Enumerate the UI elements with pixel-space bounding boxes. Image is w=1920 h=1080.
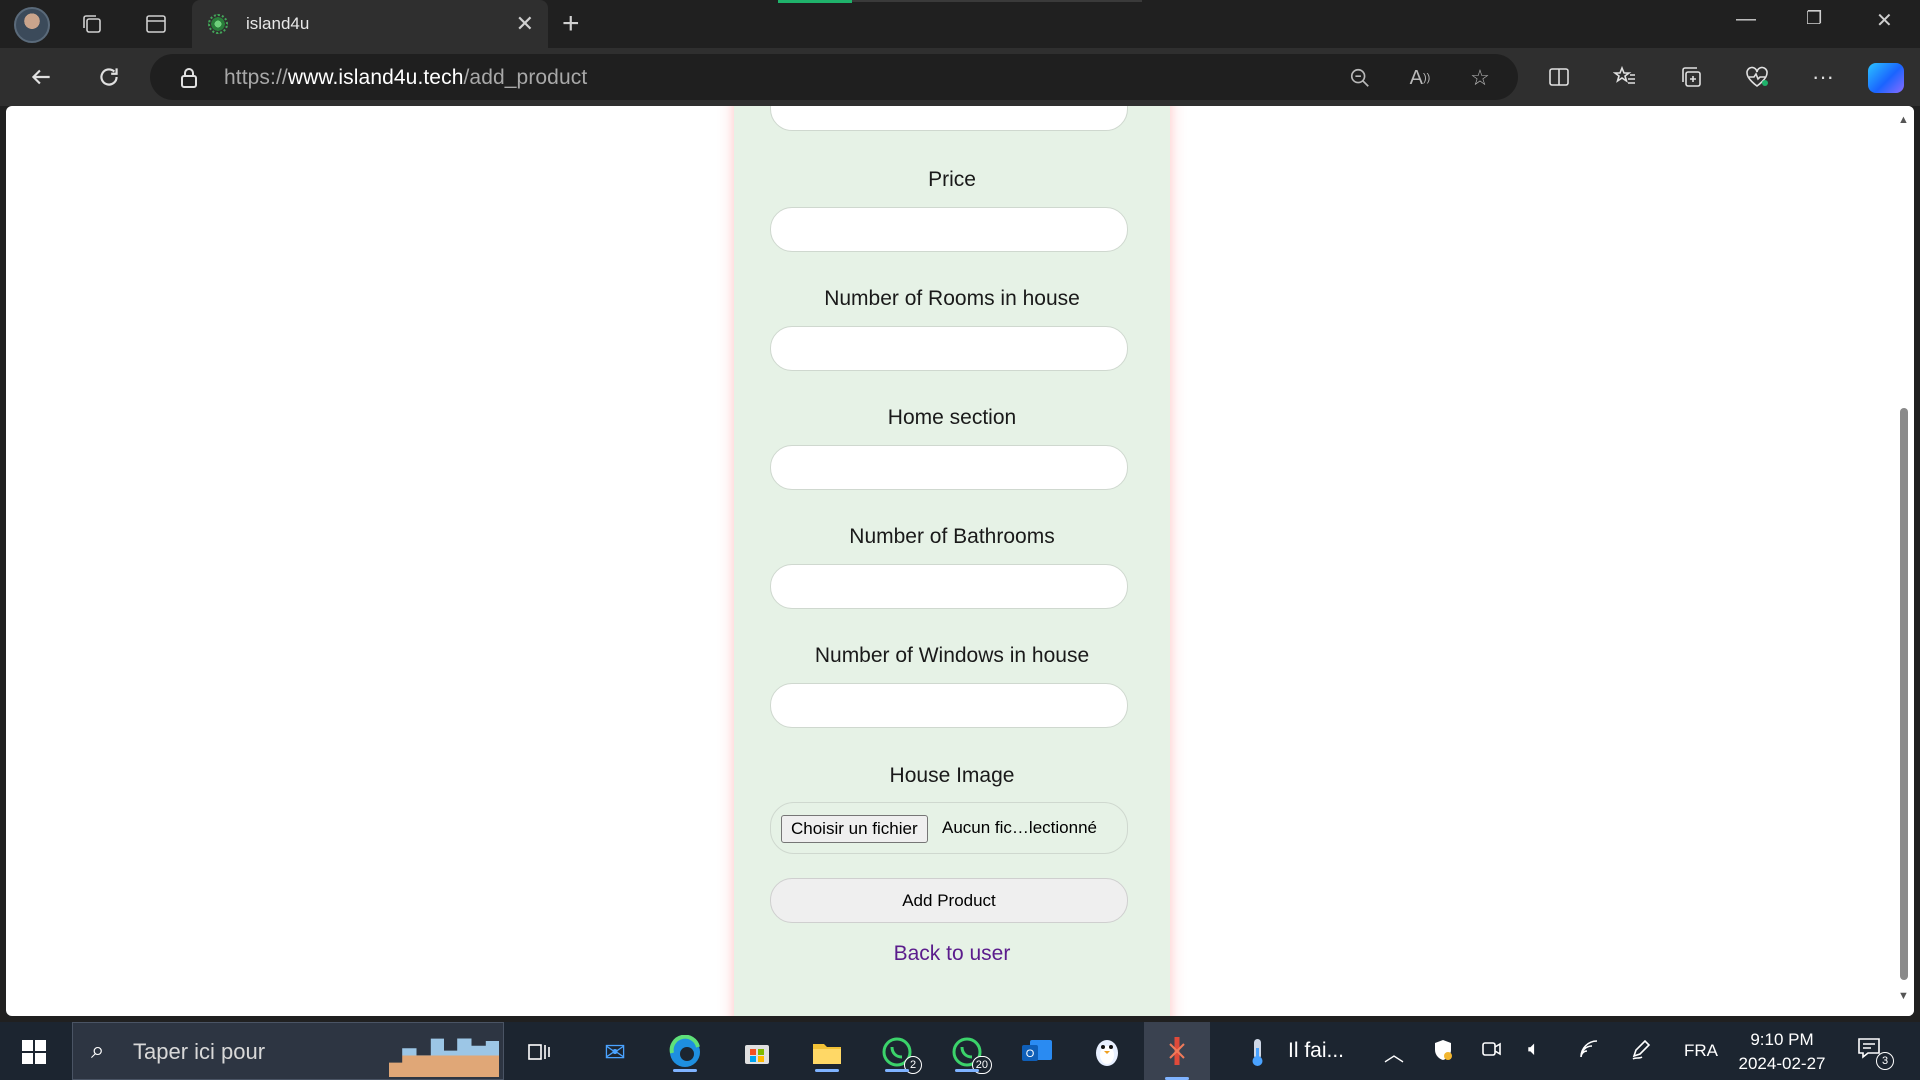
whatsapp-active-indicator: [885, 1069, 909, 1072]
tab-island4u[interactable]: island4u ✕: [192, 0, 548, 48]
price-label: Price: [928, 168, 976, 191]
snipping-tool-icon[interactable]: [1144, 1022, 1210, 1080]
penguin-app-icon[interactable]: [1086, 1032, 1128, 1072]
pen-workspace-icon[interactable]: [1630, 1038, 1652, 1066]
refresh-icon[interactable]: [92, 60, 126, 94]
home-section-input[interactable]: [770, 445, 1128, 490]
profile-avatar[interactable]: [14, 7, 50, 43]
edge-icon[interactable]: [664, 1032, 706, 1072]
copilot-icon[interactable]: [1868, 63, 1904, 93]
show-hidden-icons[interactable]: ︿: [1384, 1038, 1404, 1067]
explorer-active-indicator: [815, 1069, 839, 1072]
meet-now-icon[interactable]: [1480, 1038, 1502, 1066]
taskbar: ⌕ Taper ici pour ✉ 2 20 O Il fai... ︿ 🔈︎…: [0, 1022, 1920, 1080]
choose-file-button[interactable]: Choisir un fichier: [781, 815, 928, 843]
close-tab-icon[interactable]: ✕: [516, 11, 534, 37]
task-view-icon[interactable]: [518, 1032, 560, 1072]
weather-icon[interactable]: [1236, 1032, 1278, 1072]
back-icon[interactable]: [24, 60, 58, 94]
security-shield-icon[interactable]: [1432, 1038, 1454, 1068]
workspaces-icon[interactable]: [78, 11, 106, 37]
notification-center-icon[interactable]: 3: [1856, 1036, 1894, 1070]
url-text: https://www.island4u.tech/add_product: [224, 66, 588, 89]
clock-time: 9:10 PM: [1750, 1030, 1814, 1049]
toolbar: https://www.island4u.tech/add_product A)…: [0, 48, 1920, 106]
rooms-input[interactable]: [770, 326, 1128, 371]
collections-icon[interactable]: [1676, 62, 1706, 92]
tab-title: island4u: [246, 14, 310, 33]
url-domain: www.island4u.tech: [287, 66, 464, 89]
file-status-text: Aucun fic…lectionné: [942, 818, 1097, 837]
weather-text[interactable]: Il fai...: [1288, 1039, 1344, 1063]
rooms-label: Number of Rooms in house: [824, 287, 1080, 310]
more-options-icon[interactable]: ···: [1808, 62, 1838, 92]
home-section-label: Home section: [887, 406, 1017, 429]
lock-icon[interactable]: [180, 67, 198, 94]
whatsapp-icon[interactable]: 2: [876, 1032, 922, 1074]
minimize-window-icon[interactable]: —: [1736, 8, 1756, 31]
windows-label: Number of Windows in house: [814, 644, 1090, 667]
browser-essentials-icon[interactable]: [1742, 62, 1772, 92]
page-viewport: Price Number of Rooms in house Home sect…: [6, 106, 1914, 1016]
scroll-up-icon[interactable]: ▲: [1898, 114, 1909, 126]
restore-window-icon[interactable]: ❐: [1806, 8, 1822, 29]
bathrooms-label: Number of Bathrooms: [849, 525, 1055, 548]
scroll-thumb[interactable]: [1900, 408, 1908, 980]
windows-input[interactable]: [770, 683, 1128, 728]
bathrooms-input[interactable]: [770, 564, 1128, 609]
search-highlight-image: [389, 1033, 499, 1077]
split-screen-icon[interactable]: [1544, 62, 1574, 92]
address-bar[interactable]: https://www.island4u.tech/add_product A)…: [150, 54, 1518, 100]
favorites-icon[interactable]: [1610, 62, 1640, 92]
page-scrollbar[interactable]: ▲ ▼: [1894, 106, 1914, 1016]
close-window-icon[interactable]: ✕: [1876, 8, 1893, 33]
volume-icon[interactable]: 🔈︎: [1528, 1038, 1540, 1061]
read-aloud-icon[interactable]: A)): [1406, 64, 1434, 92]
new-tab-icon[interactable]: +: [562, 7, 580, 41]
zoom-out-icon[interactable]: [1346, 64, 1374, 92]
whatsapp-business-icon[interactable]: 20: [946, 1032, 992, 1074]
microsoft-store-icon[interactable]: [736, 1032, 778, 1072]
add-product-form: Price Number of Rooms in house Home sect…: [734, 106, 1170, 1016]
file-explorer-icon[interactable]: [806, 1032, 848, 1072]
outlook-new-icon[interactable]: O: [1016, 1032, 1058, 1072]
tab-loading-track: [852, 0, 1142, 2]
svg-text:O: O: [1026, 1048, 1035, 1060]
taskbar-search[interactable]: ⌕ Taper ici pour: [72, 1022, 504, 1080]
network-icon[interactable]: [1578, 1038, 1600, 1066]
favorite-star-icon[interactable]: ☆: [1466, 64, 1494, 92]
vertical-tabs-icon[interactable]: [142, 11, 170, 37]
house-image-file-input[interactable]: Choisir un fichier Aucun fic…lectionné: [770, 802, 1128, 854]
site-favicon-icon: [208, 14, 228, 34]
system-clock[interactable]: 9:10 PM 2024-02-27: [1734, 1028, 1830, 1076]
tab-strip: island4u ✕ + — ❐ ✕: [0, 0, 1920, 48]
back-to-user-link[interactable]: Back to user: [734, 942, 1170, 966]
scroll-down-icon[interactable]: ▼: [1898, 990, 1909, 1002]
price-input[interactable]: [770, 207, 1128, 252]
search-placeholder: Taper ici pour: [133, 1039, 266, 1064]
previous-field-input[interactable]: [770, 106, 1128, 131]
search-icon: ⌕: [91, 1037, 105, 1064]
edge-active-indicator: [673, 1069, 697, 1072]
notification-count-badge: 3: [1876, 1052, 1894, 1070]
tab-loading-indicator: [778, 0, 852, 3]
clock-date: 2024-02-27: [1738, 1054, 1826, 1073]
mail-icon[interactable]: ✉: [594, 1032, 636, 1072]
add-product-button[interactable]: Add Product: [770, 878, 1128, 923]
house-image-label: House Image: [889, 764, 1015, 787]
input-language[interactable]: FRA: [1684, 1041, 1718, 1061]
start-windows-icon[interactable]: [22, 1040, 46, 1064]
whatsapp-business-active-indicator: [955, 1069, 979, 1072]
